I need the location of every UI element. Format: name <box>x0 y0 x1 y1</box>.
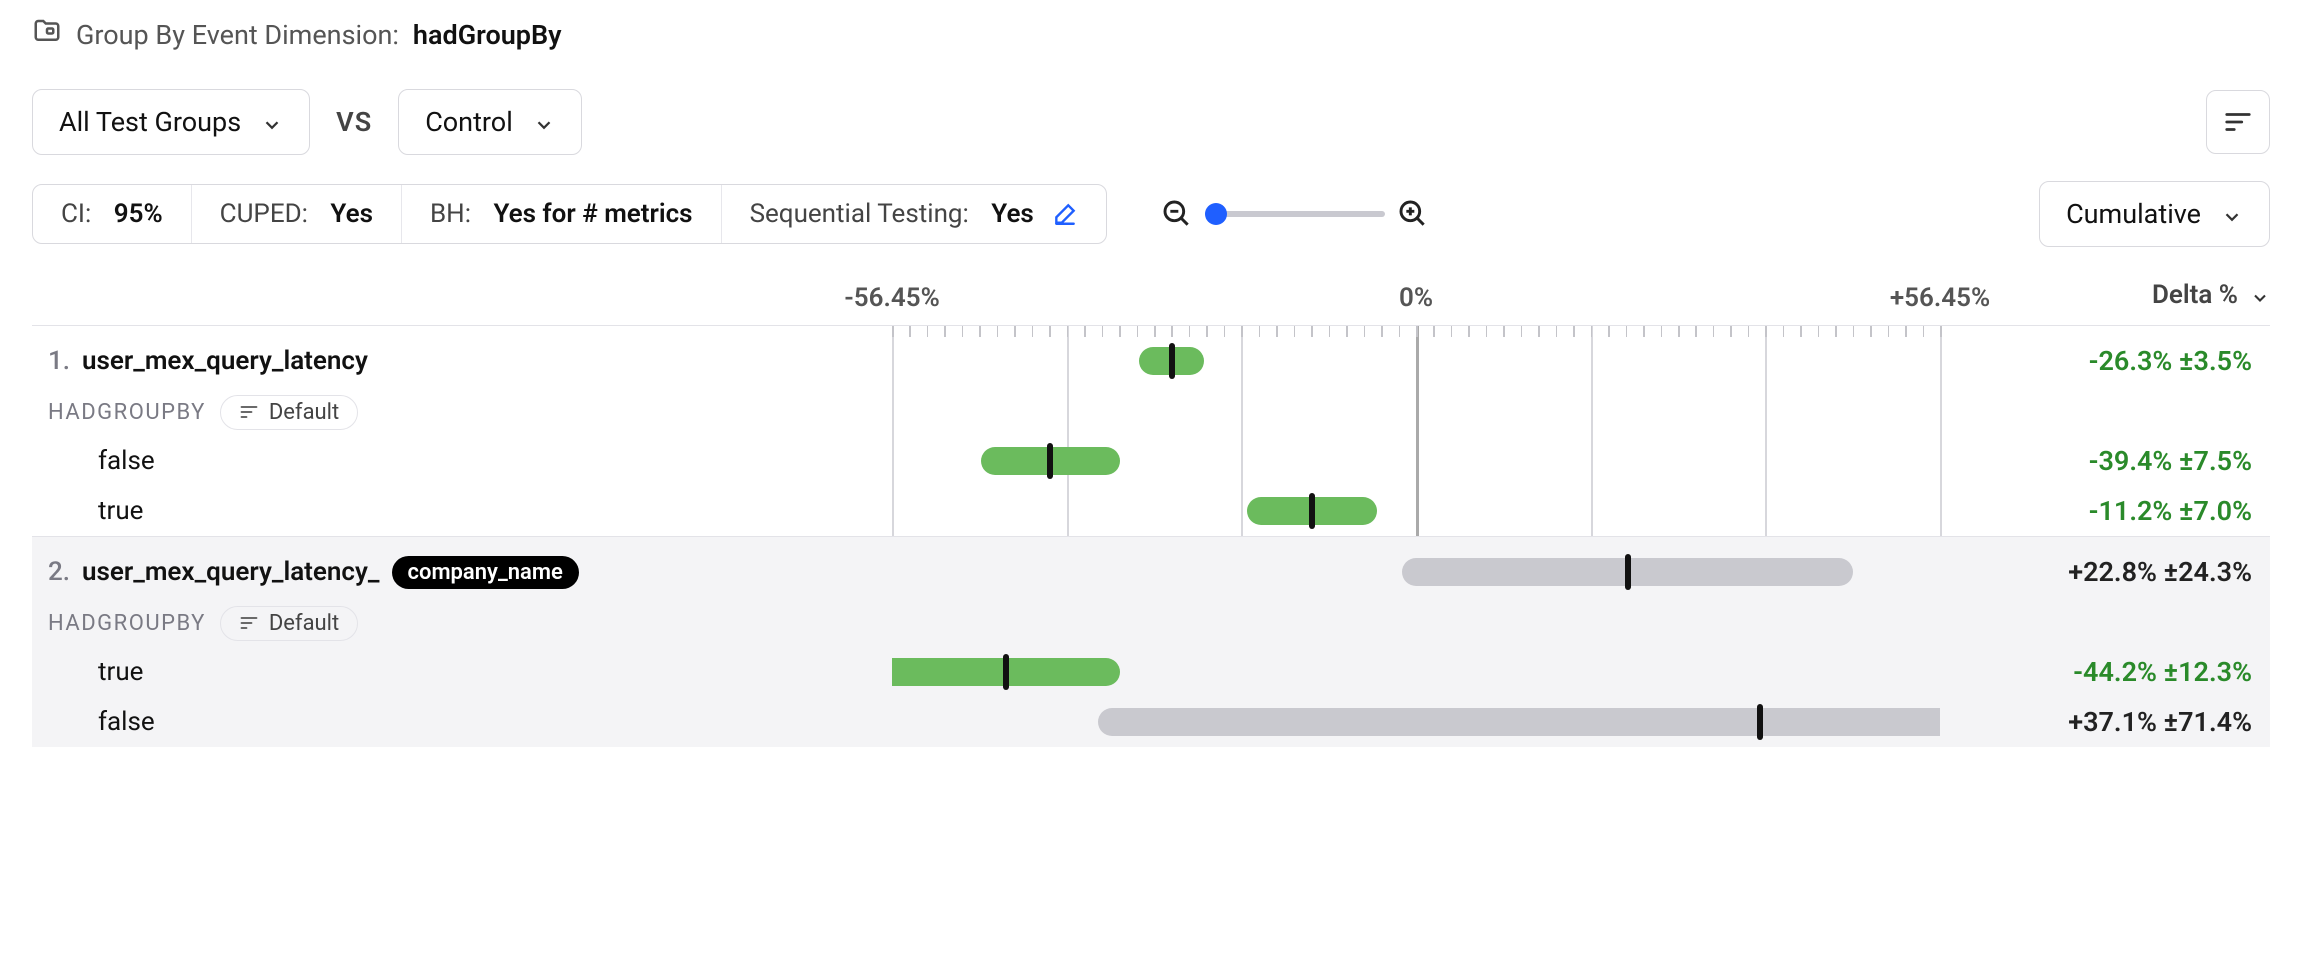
zoom-slider[interactable] <box>1205 211 1385 217</box>
sequential-testing-setting[interactable]: Sequential Testing: Yes <box>722 185 1106 243</box>
ci-plot <box>892 545 1940 599</box>
delta-value: -26.3% ±3.5% <box>1940 345 2270 377</box>
sort-button[interactable] <box>2206 90 2270 154</box>
point-estimate <box>1047 443 1053 479</box>
vs-label: VS <box>336 106 372 138</box>
point-estimate <box>1003 654 1009 690</box>
zoom-in-icon[interactable] <box>1393 194 1433 234</box>
point-estimate <box>1169 343 1175 379</box>
zoom-group <box>1157 194 1433 234</box>
point-estimate <box>1625 554 1631 590</box>
axis-label: 0% <box>1399 283 1433 313</box>
folder-icon <box>32 16 62 53</box>
breakdown-label[interactable]: true <box>32 657 892 687</box>
bh-setting[interactable]: BH: Yes for # metrics <box>402 185 722 243</box>
metric-group: 2. user_mex_query_latency_ company_name … <box>32 536 2270 747</box>
ci-plot <box>892 486 1940 536</box>
ci-bar <box>981 447 1120 475</box>
test-groups-label: All Test Groups <box>59 106 241 138</box>
sort-mini-dropdown[interactable]: Default <box>220 395 358 430</box>
cuped-setting[interactable]: CUPED: Yes <box>192 185 402 243</box>
control-dropdown[interactable]: Control <box>398 89 582 155</box>
chevron-down-icon <box>2250 285 2270 305</box>
axis-header: -56.45% 0% +56.45% Delta % <box>32 265 2270 325</box>
ci-bar <box>1402 558 1853 586</box>
ci-bar <box>892 658 1120 686</box>
groupby-subheader: HADGROUPBY Default <box>32 606 892 641</box>
cumulative-dropdown[interactable]: Cumulative <box>2039 181 2270 247</box>
ci-bar <box>1098 708 1940 736</box>
chevron-down-icon <box>533 111 555 133</box>
group-by-value: hadGroupBy <box>413 19 562 51</box>
groupby-subheader: HADGROUPBY Default <box>32 395 892 430</box>
sort-mini-dropdown[interactable]: Default <box>220 606 358 641</box>
point-estimate <box>1309 493 1315 529</box>
ci-plot <box>892 436 1940 486</box>
ci-plot <box>892 334 1940 388</box>
delta-header[interactable]: Delta % <box>2152 280 2270 310</box>
edit-icon[interactable] <box>1052 201 1078 227</box>
breakdown-label[interactable]: false <box>32 446 892 476</box>
metric-title[interactable]: 1. user_mex_query_latency <box>32 346 892 376</box>
chevron-down-icon <box>2221 203 2243 225</box>
stats-settings-group[interactable]: CI: 95% CUPED: Yes BH: Yes for # metrics… <box>32 184 1107 244</box>
control-label: Control <box>425 106 513 138</box>
ci-plot <box>892 647 1940 697</box>
cumulative-label: Cumulative <box>2066 198 2201 230</box>
test-groups-dropdown[interactable]: All Test Groups <box>32 89 310 155</box>
ci-bar <box>1247 497 1377 525</box>
delta-value: +22.8% ±24.3% <box>1940 556 2270 588</box>
controls-row: All Test Groups VS Control <box>32 89 2270 155</box>
breakdown-label[interactable]: false <box>32 707 892 737</box>
metric-title[interactable]: 2. user_mex_query_latency_ company_name <box>32 556 892 589</box>
chart-area: 1. user_mex_query_latency -26.3% ±3.5% H… <box>32 325 2270 747</box>
point-estimate <box>1757 704 1763 740</box>
ci-plot <box>892 697 1940 747</box>
chevron-down-icon <box>261 111 283 133</box>
group-by-label: Group By Event Dimension: <box>76 19 399 51</box>
delta-value: +37.1% ±71.4% <box>1940 706 2270 738</box>
delta-value: -11.2% ±7.0% <box>1940 495 2270 527</box>
zoom-out-icon[interactable] <box>1157 194 1197 234</box>
axis-label: -56.45% <box>844 283 940 313</box>
metric-group: 1. user_mex_query_latency -26.3% ±3.5% H… <box>32 325 2270 536</box>
delta-value: -39.4% ±7.5% <box>1940 445 2270 477</box>
axis-label: +56.45% <box>1890 283 1990 313</box>
breakdown-label[interactable]: true <box>32 496 892 526</box>
metric-pill: company_name <box>392 556 579 589</box>
ci-setting[interactable]: CI: 95% <box>33 185 192 243</box>
page-title-row: Group By Event Dimension: hadGroupBy <box>32 16 2270 61</box>
delta-value: -44.2% ±12.3% <box>1940 656 2270 688</box>
settings-row: CI: 95% CUPED: Yes BH: Yes for # metrics… <box>32 181 2270 247</box>
ci-bar <box>1139 347 1204 375</box>
